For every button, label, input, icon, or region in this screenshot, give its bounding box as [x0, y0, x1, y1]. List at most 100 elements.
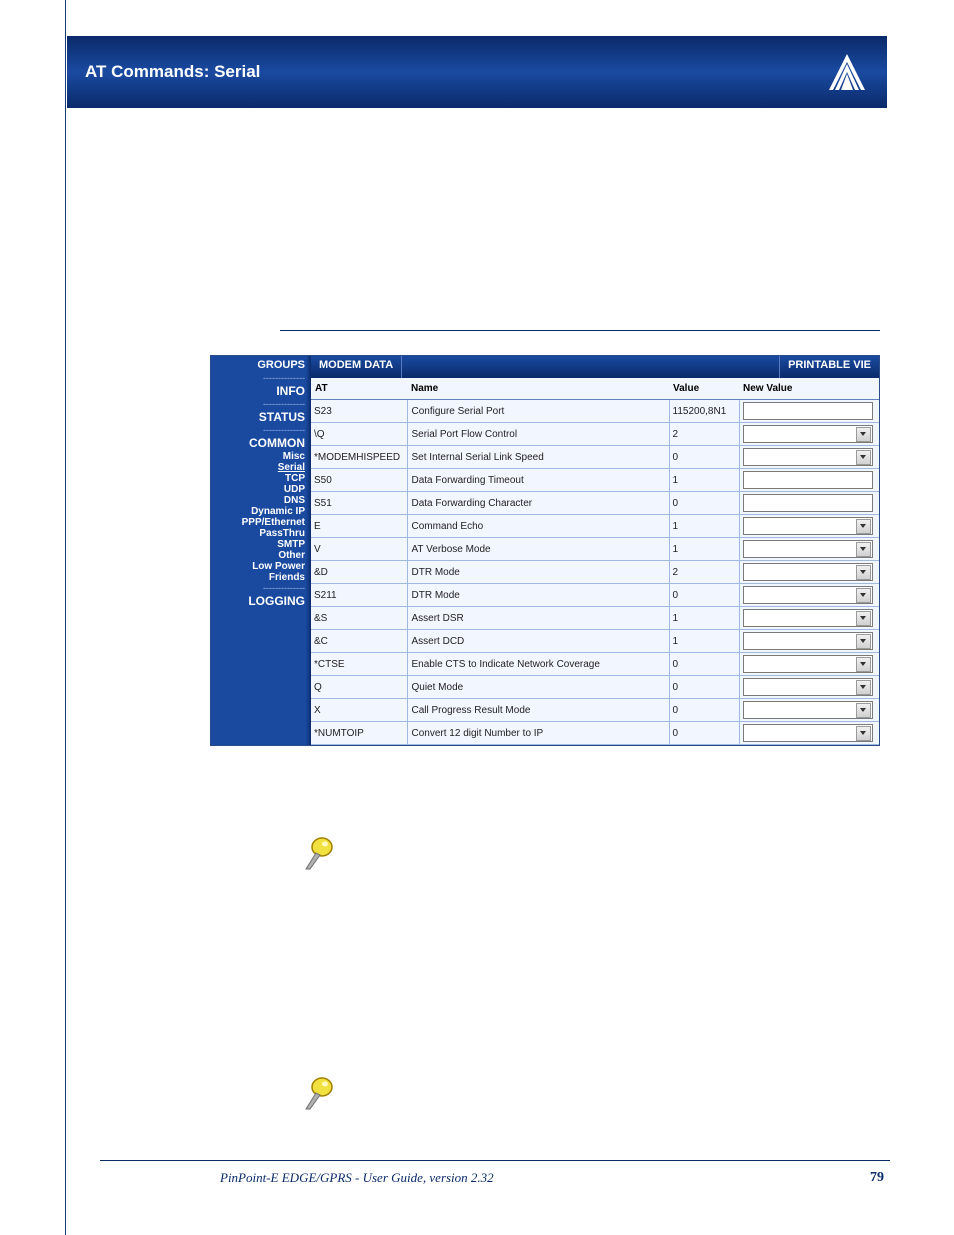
- sidebar-sub-tcp[interactable]: TCP: [211, 473, 311, 484]
- sidebar-sub-dns[interactable]: DNS: [211, 495, 311, 506]
- cell-new-value: [739, 699, 879, 722]
- sidebar-item-common[interactable]: COMMON: [211, 435, 311, 451]
- cell-value: 1: [669, 607, 739, 630]
- new-value-input[interactable]: [743, 402, 873, 420]
- chevron-down-icon: [856, 565, 871, 580]
- chevron-down-icon: [856, 634, 871, 649]
- page-header: AT Commands: Serial: [67, 36, 887, 108]
- cell-value: 115200,8N1: [669, 400, 739, 423]
- cell-value: 1: [669, 515, 739, 538]
- sidebar-sub-serial[interactable]: Serial: [211, 462, 311, 473]
- sidebar-item-status[interactable]: STATUS: [211, 409, 311, 425]
- cell-new-value: [739, 630, 879, 653]
- cell-name: Command Echo: [407, 515, 669, 538]
- table-row: S50Data Forwarding Timeout1: [311, 469, 879, 492]
- cell-value: 0: [669, 492, 739, 515]
- cell-name: Data Forwarding Character: [407, 492, 669, 515]
- new-value-select[interactable]: [743, 448, 873, 466]
- cell-value: 0: [669, 446, 739, 469]
- cell-name: Serial Port Flow Control: [407, 423, 669, 446]
- cell-value: 1: [669, 630, 739, 653]
- cell-new-value: [739, 538, 879, 561]
- cell-new-value: [739, 722, 879, 745]
- sidebar-item-logging[interactable]: LOGGING: [211, 593, 311, 609]
- new-value-select[interactable]: [743, 655, 873, 673]
- cell-value: 1: [669, 538, 739, 561]
- sidebar-sub-udp[interactable]: UDP: [211, 484, 311, 495]
- new-value-select[interactable]: [743, 563, 873, 581]
- cell-at: *MODEMHISPEED: [311, 446, 407, 469]
- sidebar-sub-friends[interactable]: Friends: [211, 572, 311, 583]
- cell-at: E: [311, 515, 407, 538]
- cell-name: Data Forwarding Timeout: [407, 469, 669, 492]
- chevron-down-icon: [856, 657, 871, 672]
- pushpin-icon: [300, 1075, 340, 1115]
- table-row: QQuiet Mode0: [311, 676, 879, 699]
- cell-at: S50: [311, 469, 407, 492]
- col-header-at: AT: [311, 378, 407, 400]
- tab-modem-data[interactable]: MODEM DATA: [311, 356, 402, 378]
- cell-at: &S: [311, 607, 407, 630]
- table-row: &SAssert DSR1: [311, 607, 879, 630]
- new-value-input[interactable]: [743, 471, 873, 489]
- cell-name: AT Verbose Mode: [407, 538, 669, 561]
- new-value-input[interactable]: [743, 494, 873, 512]
- chevron-down-icon: [856, 611, 871, 626]
- cell-name: DTR Mode: [407, 561, 669, 584]
- new-value-select[interactable]: [743, 609, 873, 627]
- cell-at: S211: [311, 584, 407, 607]
- table-row: XCall Progress Result Mode0: [311, 699, 879, 722]
- new-value-select[interactable]: [743, 425, 873, 443]
- new-value-select[interactable]: [743, 540, 873, 558]
- chevron-down-icon: [856, 703, 871, 718]
- cell-new-value: [739, 515, 879, 538]
- new-value-select[interactable]: [743, 724, 873, 742]
- table-row: S211DTR Mode0: [311, 584, 879, 607]
- tab-printable-view[interactable]: PRINTABLE VIE: [779, 356, 879, 378]
- table-row: *MODEMHISPEEDSet Internal Serial Link Sp…: [311, 446, 879, 469]
- cell-at: *CTSE: [311, 653, 407, 676]
- cell-value: 0: [669, 699, 739, 722]
- table-row: &CAssert DCD1: [311, 630, 879, 653]
- cell-new-value: [739, 607, 879, 630]
- cell-new-value: [739, 446, 879, 469]
- cell-at: Q: [311, 676, 407, 699]
- new-value-select[interactable]: [743, 517, 873, 535]
- cell-name: Quiet Mode: [407, 676, 669, 699]
- sidebar: GROUPS -------------- INFO -------------…: [211, 356, 311, 745]
- sidebar-sub-low-power[interactable]: Low Power: [211, 561, 311, 572]
- sidebar-sub-misc[interactable]: Misc: [211, 451, 311, 462]
- cell-at: &C: [311, 630, 407, 653]
- cell-at: *NUMTOIP: [311, 722, 407, 745]
- chevron-down-icon: [856, 519, 871, 534]
- sidebar-groups-heading: GROUPS: [211, 356, 311, 373]
- cell-new-value: [739, 400, 879, 423]
- sidebar-item-info[interactable]: INFO: [211, 383, 311, 399]
- new-value-select[interactable]: [743, 701, 873, 719]
- chevron-down-icon: [856, 726, 871, 741]
- table-row: \QSerial Port Flow Control2: [311, 423, 879, 446]
- cell-name: Enable CTS to Indicate Network Coverage: [407, 653, 669, 676]
- cell-name: Convert 12 digit Number to IP: [407, 722, 669, 745]
- col-header-value: Value: [669, 378, 739, 400]
- cell-new-value: [739, 676, 879, 699]
- sidebar-sub-other[interactable]: Other: [211, 550, 311, 561]
- company-logo-icon: [825, 52, 869, 92]
- chevron-down-icon: [856, 588, 871, 603]
- new-value-select[interactable]: [743, 586, 873, 604]
- at-commands-table: AT Name Value New Value S23Configure Ser…: [311, 378, 879, 745]
- cell-name: Assert DCD: [407, 630, 669, 653]
- sidebar-sub-smtp[interactable]: SMTP: [211, 539, 311, 550]
- cell-name: DTR Mode: [407, 584, 669, 607]
- cell-value: 0: [669, 584, 739, 607]
- new-value-select[interactable]: [743, 632, 873, 650]
- sidebar-sub-dynamic-ip[interactable]: Dynamic IP: [211, 506, 311, 517]
- cell-name: Configure Serial Port: [407, 400, 669, 423]
- new-value-select[interactable]: [743, 678, 873, 696]
- sidebar-sub-passthru[interactable]: PassThru: [211, 528, 311, 539]
- sidebar-sub-ppp-ethernet[interactable]: PPP/Ethernet: [211, 517, 311, 528]
- table-row: VAT Verbose Mode1: [311, 538, 879, 561]
- footer-doc-title: PinPoint-E EDGE/GPRS - User Guide, versi…: [220, 1170, 494, 1186]
- cell-new-value: [739, 492, 879, 515]
- chevron-down-icon: [856, 542, 871, 557]
